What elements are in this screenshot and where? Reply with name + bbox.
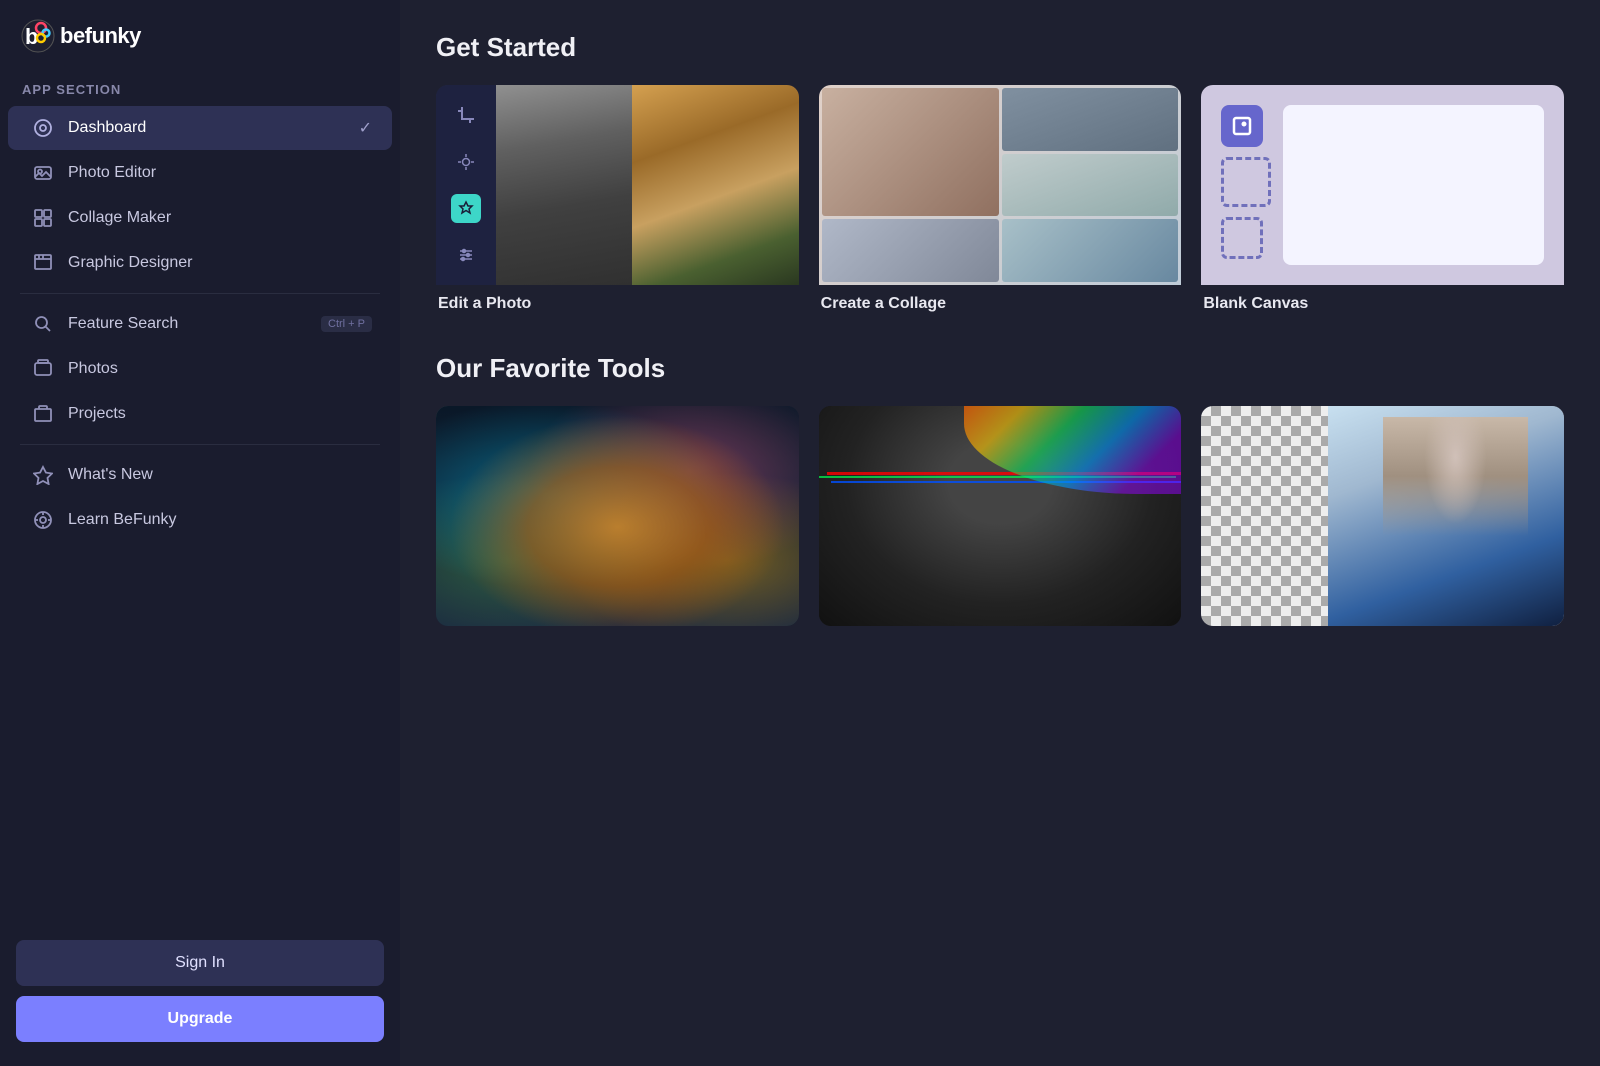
brightness-tool-icon [451,148,481,177]
artsy-effects-card[interactable] [436,406,799,626]
section-label: App Section [0,72,400,105]
logo-text: befunky [60,23,141,49]
sidebar-label-feature-search: Feature Search [68,315,178,333]
sidebar-item-graphic-designer[interactable]: Graphic Designer [8,241,392,285]
crop-tool-icon [451,101,481,130]
search-icon [32,313,54,335]
dancer-silhouette [1383,417,1528,615]
sidebar-item-whats-new[interactable]: What's New [8,453,392,497]
nav-divider [20,293,380,294]
effects-tool-icon [451,194,481,223]
collage-cell-3 [1002,154,1179,217]
sidebar-item-photos[interactable]: Photos [8,347,392,391]
create-collage-card[interactable]: Create a Collage [819,85,1182,313]
canvas-dotted-box-2 [1221,217,1263,259]
sidebar-label-photo-editor: Photo Editor [68,164,156,182]
sidebar-label-collage-maker: Collage Maker [68,209,171,227]
befunky-logo-icon: b [20,18,56,54]
collage-icon [32,207,54,229]
adjust-tool-icon [451,241,481,270]
sidebar-label-whats-new: What's New [68,466,153,484]
sidebar-item-dashboard[interactable]: Dashboard ✓ [8,106,392,150]
photo-bw-half [496,85,632,285]
sidebar-nav: Dashboard ✓ Photo Editor [0,105,400,543]
photo-tools-panel [436,85,496,285]
canvas-dotted-box [1221,157,1271,207]
projects-icon [32,403,54,425]
sidebar-bottom: Sign In Upgrade [0,924,400,1066]
dashboard-icon [32,117,54,139]
sidebar-item-projects[interactable]: Projects [8,392,392,436]
feature-search-shortcut: Ctrl + P [321,316,372,332]
sidebar-item-photo-editor[interactable]: Photo Editor [8,151,392,195]
sidebar: b befunky App Section Dashboard ✓ [0,0,400,1066]
main-content: Get Started [400,0,1600,1066]
remove-bg-card[interactable] [1201,406,1564,626]
nav-divider-2 [20,444,380,445]
sidebar-label-photos: Photos [68,360,118,378]
collage-preview [819,85,1182,285]
edit-photo-image [436,85,799,285]
sidebar-item-learn-befunky[interactable]: Learn BeFunky [8,498,392,542]
collage-cell-4 [822,219,999,282]
canvas-icons-column [1221,105,1271,259]
collage-cell-2 [1002,88,1179,151]
sidebar-item-collage-maker[interactable]: Collage Maker [8,196,392,240]
sidebar-label-learn-befunky: Learn BeFunky [68,511,177,529]
sign-in-button[interactable]: Sign In [16,940,384,986]
edit-photo-card[interactable]: Edit a Photo [436,85,799,313]
blank-canvas-label: Blank Canvas [1201,295,1564,313]
sidebar-item-feature-search[interactable]: Feature Search Ctrl + P [8,302,392,346]
photos-icon [32,358,54,380]
collage-cell-5 [1002,219,1179,282]
logo-area[interactable]: b befunky [0,0,400,72]
sidebar-label-dashboard: Dashboard [68,119,146,137]
tiger-bg [436,406,799,626]
sidebar-label-graphic-designer: Graphic Designer [68,254,193,272]
blank-canvas-card[interactable]: Blank Canvas [1201,85,1564,313]
whats-new-icon [32,464,54,486]
get-started-title: Get Started [436,32,1564,63]
glitch-bg [819,406,1182,626]
canvas-add-icon [1221,105,1263,147]
photo-editor-icon [32,162,54,184]
upgrade-button[interactable]: Upgrade [16,996,384,1042]
tiger-gradient [436,406,799,626]
favorite-tools-cards [436,406,1564,626]
learn-icon [32,509,54,531]
photo-color-half [632,85,798,285]
get-started-cards: Edit a Photo Create a Collage [436,85,1564,313]
create-collage-label: Create a Collage [819,295,1182,313]
photo-split-preview [496,85,799,285]
edit-photo-label: Edit a Photo [436,295,799,313]
graphic-designer-icon [32,252,54,274]
dashboard-checkmark: ✓ [359,118,372,138]
glitch-effect-card[interactable] [819,406,1182,626]
remove-bg-preview [1201,406,1564,626]
blank-canvas-preview [1201,85,1564,285]
collage-cell-1 [822,88,999,216]
canvas-white-area [1283,105,1544,265]
sidebar-label-projects: Projects [68,405,126,423]
favorite-tools-title: Our Favorite Tools [436,353,1564,384]
